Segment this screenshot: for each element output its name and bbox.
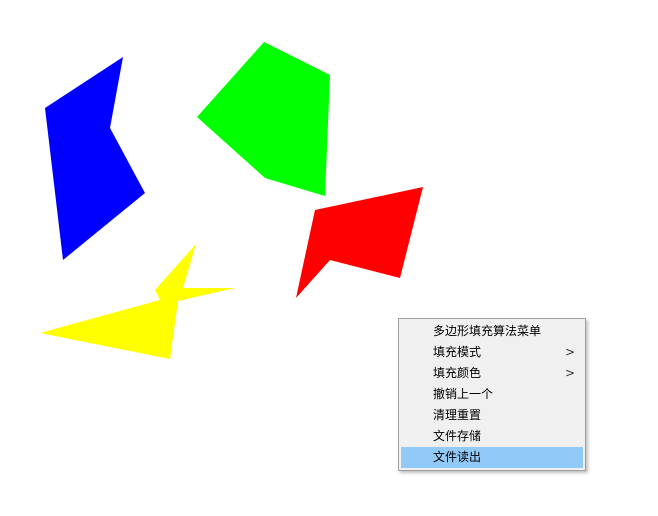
blue-polygon [45,57,145,260]
chevron-right-icon: > [564,345,575,359]
chevron-right-icon: > [564,366,575,380]
menu-item-title[interactable]: 多边形填充算法菜单 [401,321,583,342]
red-polygon [296,187,423,298]
menu-item-clear-reset[interactable]: 清理重置 [401,405,583,426]
menu-item-file-load[interactable]: 文件读出 [401,447,583,468]
context-menu: 多边形填充算法菜单 填充模式 > 填充颜色 > 撤销上一个 清理重置 文件存储 … [398,318,586,471]
menu-item-undo[interactable]: 撤销上一个 [401,384,583,405]
menu-item-fill-color[interactable]: 填充颜色 > [401,363,583,384]
menu-item-fill-mode[interactable]: 填充模式 > [401,342,583,363]
menu-item-file-save[interactable]: 文件存储 [401,426,583,447]
yellow-polygon [40,244,235,359]
menu-item-label: 文件存储 [433,429,482,443]
green-polygon [197,42,330,196]
menu-item-label: 文件读出 [433,450,482,464]
menu-item-label: 撤销上一个 [433,387,494,401]
menu-item-label: 填充模式 [433,345,482,359]
menu-item-label: 多边形填充算法菜单 [433,324,542,338]
menu-item-label: 清理重置 [433,408,482,422]
menu-item-label: 填充颜色 [433,366,482,380]
